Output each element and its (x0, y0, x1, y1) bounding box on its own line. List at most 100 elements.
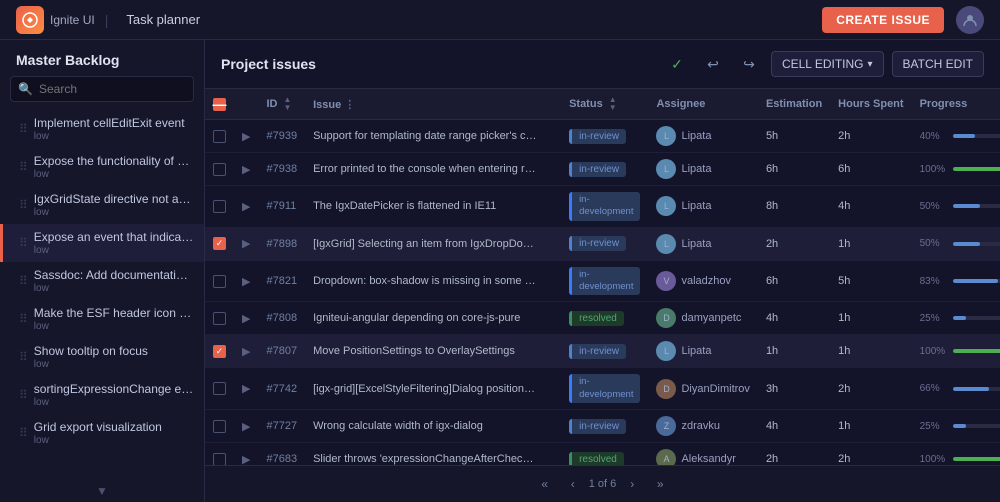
row-checkbox[interactable]: ✓ (213, 345, 226, 358)
row-checkbox-cell[interactable] (205, 186, 234, 228)
undo-icon-btn[interactable]: ↩ (699, 50, 727, 78)
next-page-button[interactable]: › (620, 472, 644, 496)
row-checkbox[interactable]: ✓ (213, 237, 226, 250)
table-row[interactable]: ✓ ▶ #7807 Move PositionSettings to Overl… (205, 335, 1000, 368)
row-issue: The IgxDatePicker is flattened in IE11 (305, 186, 545, 228)
expand-icon[interactable]: ▶ (242, 276, 250, 288)
header-progress[interactable]: Progress (912, 89, 1000, 120)
row-checkbox-cell[interactable] (205, 368, 234, 410)
sidebar-item-priority: low (34, 397, 194, 408)
row-checkbox[interactable] (213, 453, 226, 465)
sidebar-item-7[interactable]: ⠿ sortingExpressionChange eve... low (0, 376, 204, 414)
last-page-button[interactable]: » (648, 472, 672, 496)
row-checkbox[interactable] (213, 382, 226, 395)
row-id: #7911 (258, 186, 305, 228)
redo-icon-btn[interactable]: ↪ (735, 50, 763, 78)
sidebar-item-0[interactable]: ⠿ Implement cellEditExit event low (0, 110, 204, 148)
row-assignee: L Lipata (648, 335, 757, 368)
row-expand-cell[interactable]: ▶ (234, 302, 258, 335)
table-row[interactable]: ▶ #7683 Slider throws 'expressionChangeA… (205, 443, 1000, 465)
progress-label: 83% (920, 276, 948, 287)
header-assignee[interactable]: Assignee (648, 89, 757, 120)
select-all-checkbox[interactable]: — (213, 98, 226, 111)
table-row[interactable]: ▶ #7742 [igx-grid][ExcelStyleFiltering]D… (205, 368, 1000, 410)
expand-icon[interactable]: ▶ (242, 383, 250, 395)
expand-icon[interactable]: ▶ (242, 421, 250, 433)
cell-editing-button[interactable]: CELL EDITING ▾ (771, 51, 884, 77)
row-checkbox[interactable] (213, 200, 226, 213)
row-assignee: L Lipata (648, 120, 757, 153)
row-expand-cell[interactable]: ▶ (234, 443, 258, 465)
row-checkbox-cell[interactable] (205, 260, 234, 302)
user-avatar[interactable] (956, 6, 984, 34)
row-checkbox[interactable] (213, 130, 226, 143)
row-expand-cell[interactable]: ▶ (234, 120, 258, 153)
header-estimation[interactable]: Estimation (758, 89, 830, 120)
row-checkbox[interactable] (213, 420, 226, 433)
search-input[interactable] (10, 76, 194, 102)
table-row[interactable]: ▶ #7911 The IgxDatePicker is flattened i… (205, 186, 1000, 228)
table-row[interactable]: ▶ #7821 Dropdown: box-shadow is missing … (205, 260, 1000, 302)
row-id: #7727 (258, 410, 305, 443)
row-checkbox-cell[interactable] (205, 153, 234, 186)
table-row[interactable]: ▶ #7727 Wrong calculate width of igx-dia… (205, 410, 1000, 443)
row-expand-cell[interactable]: ▶ (234, 410, 258, 443)
table-row[interactable]: ✓ ▶ #7898 [IgxGrid] Selecting an item fr… (205, 227, 1000, 260)
assignee-avatar: D (656, 379, 676, 399)
expand-icon[interactable]: ▶ (242, 164, 250, 176)
header-id[interactable]: ID ▲ ▼ (258, 89, 305, 120)
row-checkbox[interactable] (213, 163, 226, 176)
status-badge: in-review (569, 129, 626, 144)
row-checkbox-cell[interactable]: ✓ (205, 227, 234, 260)
first-page-button[interactable]: « (533, 472, 557, 496)
create-issue-button[interactable]: CREATE ISSUE (822, 7, 944, 33)
row-expand-cell[interactable]: ▶ (234, 368, 258, 410)
progress-cell: 25% (920, 421, 1000, 432)
expand-icon[interactable]: ▶ (242, 238, 250, 250)
table-row[interactable]: ▶ #7808 Igniteui-angular depending on co… (205, 302, 1000, 335)
expand-icon[interactable]: ▶ (242, 346, 250, 358)
sidebar-item-6[interactable]: ⠿ Show tooltip on focus low (0, 338, 204, 376)
row-checkbox-cell[interactable] (205, 410, 234, 443)
expand-icon[interactable]: ▶ (242, 131, 250, 143)
row-expand-cell[interactable]: ▶ (234, 335, 258, 368)
header-checkbox[interactable]: — (205, 89, 234, 120)
row-checkbox[interactable] (213, 312, 226, 325)
sidebar-item-1[interactable]: ⠿ Expose the functionality of pri... low (0, 148, 204, 186)
assignee-avatar: V (656, 271, 676, 291)
grip-icon: ⠿ (19, 236, 28, 250)
row-checkbox-cell[interactable] (205, 443, 234, 465)
check-icon-btn[interactable]: ✓ (663, 50, 691, 78)
row-assignee: L Lipata (648, 227, 757, 260)
row-hours: 2h (830, 120, 911, 153)
expand-icon[interactable]: ▶ (242, 313, 250, 325)
row-checkbox-cell[interactable] (205, 302, 234, 335)
row-checkbox[interactable] (213, 275, 226, 288)
row-checkbox-cell[interactable] (205, 120, 234, 153)
header-status[interactable]: Status ▲ ▼ (561, 89, 648, 120)
row-expand-cell[interactable]: ▶ (234, 186, 258, 228)
header-issue[interactable]: Issue ⋮ (305, 89, 545, 120)
row-expand-cell[interactable]: ▶ (234, 260, 258, 302)
row-expand-cell[interactable]: ▶ (234, 227, 258, 260)
sidebar-item-2[interactable]: ⠿ IgxGridState directive not abl... low (0, 186, 204, 224)
table-row[interactable]: ▶ #7938 Error printed to the console whe… (205, 153, 1000, 186)
cell-editing-label: CELL EDITING (782, 57, 864, 71)
batch-edit-button[interactable]: BATCH EDIT (892, 51, 984, 77)
topbar-left: Ignite UI | Task planner (16, 6, 200, 34)
header-hours[interactable]: Hours Spent (830, 89, 911, 120)
progress-bar-fill (953, 424, 967, 428)
row-expand-cell[interactable]: ▶ (234, 153, 258, 186)
prev-page-button[interactable]: ‹ (561, 472, 585, 496)
row-id: #7808 (258, 302, 305, 335)
sidebar-item-title: Implement cellEditExit event (34, 116, 185, 130)
expand-icon[interactable]: ▶ (242, 201, 250, 213)
sidebar-item-5[interactable]: ⠿ Make the ESF header icon te... low (0, 300, 204, 338)
sidebar-item-3[interactable]: ⠿ Expose an event that indicate... low (0, 224, 204, 262)
expand-icon[interactable]: ▶ (242, 454, 250, 465)
row-checkbox-cell[interactable]: ✓ (205, 335, 234, 368)
sidebar-item-8[interactable]: ⠿ Grid export visualization low (0, 414, 204, 452)
table-row[interactable]: ▶ #7939 Support for templating date rang… (205, 120, 1000, 153)
issues-table-container[interactable]: — ID ▲ ▼ Issue ⋮ (205, 89, 1000, 465)
sidebar-item-4[interactable]: ⠿ Sassdoc: Add documentation ... low (0, 262, 204, 300)
